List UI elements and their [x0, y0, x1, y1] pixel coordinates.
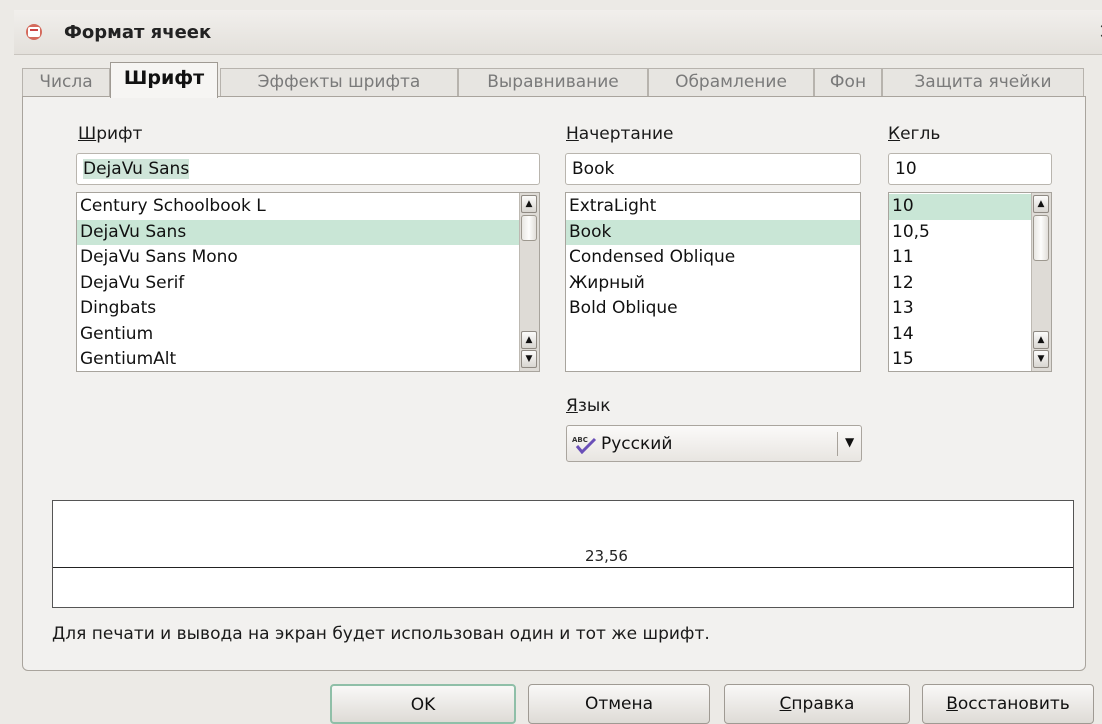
tab-borders[interactable]: Обрамление [648, 68, 814, 96]
tab-background[interactable]: Фон [814, 68, 882, 96]
style-input[interactable]: Book [565, 153, 861, 185]
tab-alignment[interactable]: Выравнивание [458, 68, 648, 96]
window-title: Формат ячеек [64, 22, 212, 43]
size-input[interactable]: 10 [888, 153, 1052, 185]
list-item[interactable]: Book [566, 219, 860, 245]
scroll-up-icon[interactable]: ▲ [521, 331, 537, 349]
tab-cell-protection[interactable]: Защита ячейки [882, 68, 1084, 96]
list-item[interactable]: 13 [889, 296, 1051, 322]
tab-numbers[interactable]: Числа [22, 68, 110, 96]
list-item[interactable]: 10 [889, 194, 1051, 220]
size-label: Кегль [888, 124, 941, 144]
list-item[interactable]: GentiumAlt [77, 347, 539, 371]
list-item[interactable]: Dingbats [77, 296, 539, 322]
cancel-button[interactable]: Отмена [528, 684, 710, 724]
font-name-input[interactable]: DejaVu Sans [76, 153, 540, 185]
list-item[interactable]: 14 [889, 322, 1051, 348]
scroll-down-icon[interactable]: ▼ [521, 350, 537, 368]
reset-button[interactable]: Восстановить [922, 684, 1094, 724]
tab-font[interactable]: Шрифт [110, 62, 218, 98]
scroll-thumb[interactable] [1033, 215, 1049, 261]
scroll-down-icon[interactable]: ▼ [1033, 350, 1049, 368]
scroll-thumb[interactable] [521, 215, 537, 241]
list-item[interactable]: 10,5 [889, 220, 1051, 246]
list-item[interactable]: Жирный [566, 271, 860, 297]
font-preview: 23,56 [52, 500, 1074, 608]
list-item[interactable]: DejaVu Sans Mono [77, 245, 539, 271]
list-item[interactable]: DejaVu Serif [77, 271, 539, 297]
ok-button[interactable]: OK [330, 684, 516, 724]
list-item[interactable]: Bold Oblique [566, 296, 860, 322]
app-icon [26, 24, 42, 40]
list-item[interactable]: DejaVu Sans [77, 219, 539, 245]
scroll-up-icon[interactable]: ▲ [1033, 195, 1049, 213]
tab-font-effects[interactable]: Эффекты шрифта [220, 68, 458, 96]
style-label: Начертание [566, 124, 674, 144]
style-list[interactable]: ExtraLight Book Condensed Oblique Жирный… [565, 192, 861, 372]
help-button[interactable]: Справка [724, 684, 910, 724]
list-item[interactable]: 11 [889, 245, 1051, 271]
font-list[interactable]: Century Schoolbook L DejaVu Sans DejaVu … [76, 192, 540, 372]
combo-divider [837, 432, 838, 456]
preview-text: 23,56 [585, 547, 628, 565]
list-item[interactable]: Gentium [77, 322, 539, 348]
font-label: Шрифт [78, 124, 143, 144]
scroll-up-icon[interactable]: ▲ [521, 195, 537, 213]
close-icon[interactable]: × [1098, 19, 1102, 44]
spellcheck-abc-icon: ABC [572, 436, 597, 454]
preview-baseline [53, 567, 1073, 568]
size-list-scrollbar[interactable]: ▲ ▲ ▼ [1031, 193, 1051, 371]
list-item[interactable]: Century Schoolbook L [77, 194, 539, 220]
language-value: Русский [601, 434, 673, 454]
list-item[interactable]: ExtraLight [566, 194, 860, 220]
svg-text:ABC: ABC [572, 436, 588, 444]
language-label: Язык [566, 396, 611, 416]
size-list[interactable]: 10 10,5 11 12 13 14 15 ▲ ▲ ▼ [888, 192, 1052, 372]
chevron-down-icon[interactable]: ▼ [845, 435, 854, 449]
list-item[interactable]: 12 [889, 271, 1051, 297]
preview-info-text: Для печати и вывода на экран будет испол… [52, 624, 710, 644]
font-list-scrollbar[interactable]: ▲ ▲ ▼ [519, 193, 539, 371]
list-item[interactable]: Condensed Oblique [566, 245, 860, 271]
list-item[interactable]: 15 [889, 347, 1051, 371]
title-bar: Формат ячеек × [14, 10, 1102, 55]
scroll-up-icon[interactable]: ▲ [1033, 331, 1049, 349]
language-select[interactable]: ABC Русский ▼ [566, 425, 862, 462]
